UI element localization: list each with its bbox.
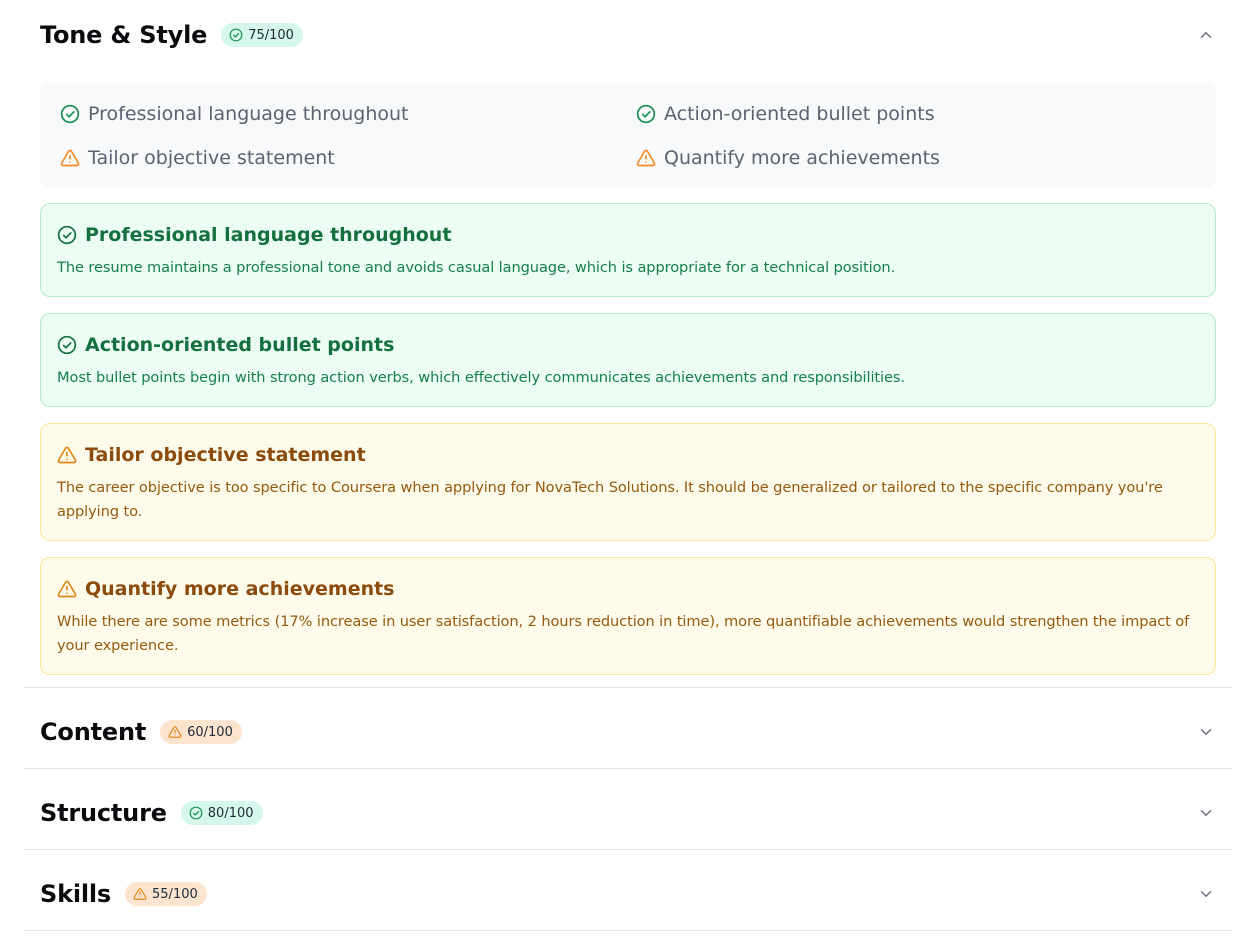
- section-divider: [24, 849, 1232, 850]
- check-circle-icon: [57, 225, 77, 245]
- warning-triangle-icon: [60, 149, 80, 167]
- summary-item: Quantify more achievements: [636, 144, 940, 172]
- warning-triangle-icon: [636, 149, 656, 167]
- feedback-card: Tailor objective statement The career ob…: [40, 423, 1216, 541]
- chevron-down-icon[interactable]: [1197, 885, 1215, 903]
- score-value: 60/100: [187, 724, 233, 740]
- check-circle-icon: [636, 104, 656, 124]
- feedback-card: Quantify more achievements While there a…: [40, 557, 1216, 675]
- chevron-down-icon[interactable]: [1197, 804, 1215, 822]
- section-header-structure[interactable]: Structure 80/100: [40, 793, 263, 833]
- card-body: The resume maintains a professional tone…: [57, 259, 896, 276]
- card-title-text: Professional language throughout: [85, 224, 452, 246]
- score-value: 80/100: [207, 805, 254, 821]
- summary-panel: Professional language throughout Action-…: [40, 83, 1216, 187]
- card-body: While there are some metrics (17% increa…: [57, 613, 1190, 654]
- section-divider: [24, 687, 1232, 688]
- score-badge: 75/100: [221, 23, 303, 47]
- summary-item: Tailor objective statement: [60, 144, 335, 172]
- warning-triangle-icon: [133, 888, 147, 900]
- score-badge: 80/100: [180, 801, 263, 825]
- warning-triangle-icon: [168, 726, 182, 738]
- score-value: 75/100: [248, 27, 294, 43]
- check-circle-icon: [57, 335, 77, 355]
- summary-item-label: Tailor objective statement: [88, 147, 335, 169]
- card-title: Professional language throughout: [57, 222, 1199, 248]
- chevron-up-icon[interactable]: [1197, 26, 1215, 44]
- card-title: Action-oriented bullet points: [57, 332, 1199, 358]
- card-title: Tailor objective statement: [57, 442, 1199, 468]
- section-header-tone-style[interactable]: Tone & Style 75/100: [40, 15, 303, 55]
- section-title: Structure: [40, 799, 167, 827]
- section-header-skills[interactable]: Skills 55/100: [40, 874, 207, 914]
- card-title-text: Tailor objective statement: [85, 444, 366, 466]
- card-title: Quantify more achievements: [57, 576, 1199, 602]
- score-badge: 60/100: [160, 720, 242, 744]
- section-header-content[interactable]: Content 60/100: [40, 712, 242, 752]
- section-divider: [24, 930, 1232, 931]
- feedback-card: Action-oriented bullet points Most bulle…: [40, 313, 1216, 407]
- card-title-text: Action-oriented bullet points: [85, 334, 395, 356]
- section-title: Tone & Style: [40, 21, 208, 49]
- summary-item-label: Quantify more achievements: [664, 147, 940, 169]
- score-value: 55/100: [152, 886, 198, 902]
- warning-triangle-icon: [57, 446, 77, 464]
- check-circle-icon: [60, 104, 80, 124]
- feedback-card: Professional language throughout The res…: [40, 203, 1216, 297]
- summary-item-label: Action-oriented bullet points: [664, 103, 935, 125]
- section-title: Skills: [40, 880, 112, 908]
- card-title-text: Quantify more achievements: [85, 578, 395, 600]
- section-divider: [24, 768, 1232, 769]
- summary-item: Professional language throughout: [60, 100, 409, 128]
- check-circle-icon: [189, 806, 203, 820]
- summary-item-label: Professional language throughout: [88, 103, 409, 125]
- check-circle-icon: [229, 28, 243, 42]
- card-body: The career objective is too specific to …: [57, 479, 1163, 520]
- summary-item: Action-oriented bullet points: [636, 100, 935, 128]
- warning-triangle-icon: [57, 580, 77, 598]
- score-badge: 55/100: [125, 882, 207, 906]
- chevron-down-icon[interactable]: [1197, 723, 1215, 741]
- section-title: Content: [40, 718, 147, 746]
- card-body: Most bullet points begin with strong act…: [57, 369, 905, 386]
